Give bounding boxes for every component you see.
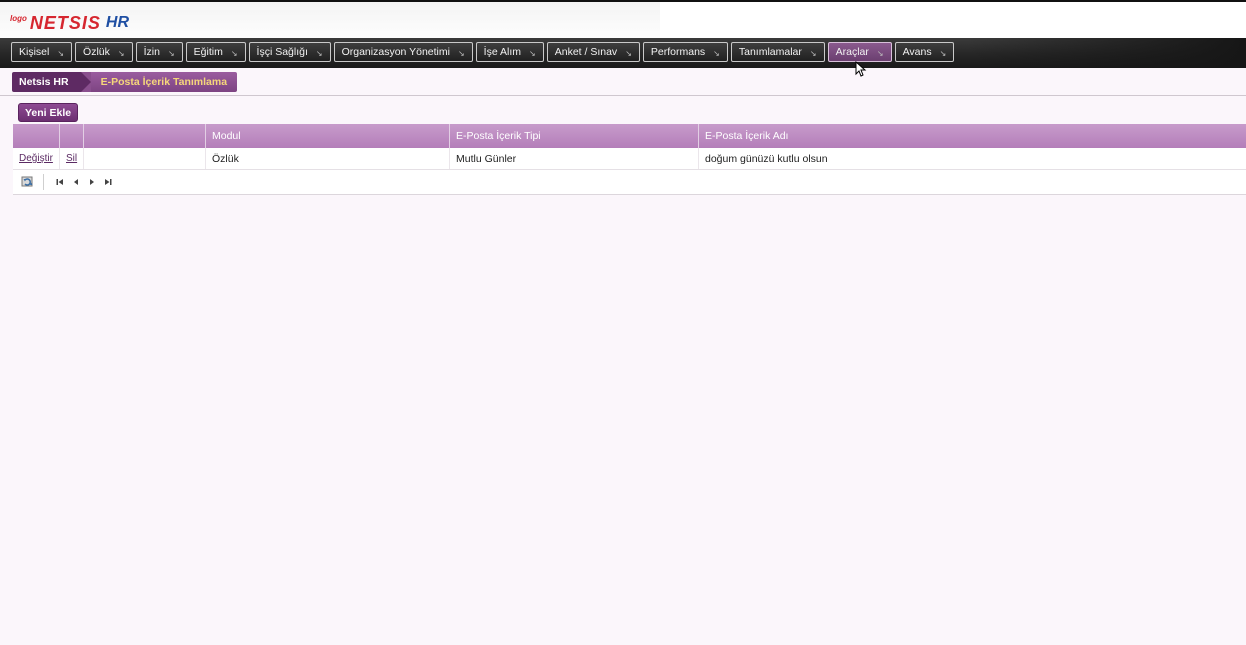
row-edit-cell: Değiştir bbox=[13, 148, 60, 169]
grid-pager bbox=[13, 170, 1246, 195]
table-row[interactable]: Değiştir Sil Özlük Mutlu Günler doğum gü… bbox=[13, 148, 1246, 170]
next-page-icon[interactable] bbox=[84, 174, 100, 190]
logo-small-text: logo bbox=[10, 14, 27, 23]
data-grid: Modul E-Posta İçerik Tipi E-Posta İçerik… bbox=[13, 124, 1246, 195]
last-page-icon[interactable] bbox=[100, 174, 116, 190]
breadcrumb: Netsis HR E-Posta İçerik Tanımlama bbox=[12, 72, 238, 92]
nav-menu-label: Performans bbox=[650, 46, 706, 58]
nav-menu-3[interactable]: Eğitim ↘ bbox=[185, 42, 246, 62]
nav-menu-8[interactable]: Performans ↘ bbox=[642, 42, 728, 62]
nav-menu-label: İzin bbox=[143, 46, 160, 58]
nav-menu-label: Avans bbox=[902, 46, 932, 58]
row-blank-cell bbox=[84, 148, 206, 169]
add-new-button[interactable]: Yeni Ekle bbox=[18, 103, 79, 122]
nav-menu-label: Kişisel bbox=[19, 46, 50, 58]
nav-menu-4[interactable]: İşçi Sağlığı ↘ bbox=[248, 42, 331, 62]
app-header: logo NETSIS HR bbox=[0, 2, 1246, 38]
main-nav-bar: Kişisel ↘ Özlük ↘ İzin ↘ Eğitim ↘ İşçi Sağlığı ↘ O… bbox=[0, 38, 1246, 68]
grid-header-row: Modul E-Posta İçerik Tipi E-Posta İçerik… bbox=[13, 124, 1246, 148]
nav-menu-5[interactable]: Organizasyon Yönetimi ↘ bbox=[333, 42, 473, 62]
row-delete-cell: Sil bbox=[60, 148, 84, 169]
nav-menu-label: Organizasyon Yönetimi bbox=[341, 46, 450, 58]
nav-menu-10[interactable]: Araçlar ↘ bbox=[827, 42, 892, 62]
grid-header-content-name[interactable]: E-Posta İçerik Adı bbox=[699, 124, 1246, 148]
dropdown-arrow-icon: ↘ bbox=[457, 49, 465, 58]
row-modul-cell: Özlük bbox=[206, 148, 450, 169]
nav-menu-7[interactable]: Anket / Sınav ↘ bbox=[546, 42, 640, 62]
dropdown-arrow-icon: ↘ bbox=[939, 49, 947, 58]
breadcrumb-current: E-Posta İçerik Tanımlama bbox=[90, 72, 238, 92]
dropdown-arrow-icon: ↘ bbox=[713, 49, 720, 58]
nav-menu-9[interactable]: Tanımlamalar ↘ bbox=[730, 42, 825, 62]
dropdown-arrow-icon: ↘ bbox=[625, 49, 632, 58]
logo: logo NETSIS HR bbox=[10, 12, 129, 32]
nav-menu-0[interactable]: Kişisel ↘ bbox=[11, 42, 73, 62]
nav-menu-6[interactable]: İşe Alım ↘ bbox=[475, 42, 544, 62]
nav-menu-label: Tanımlamalar bbox=[738, 46, 802, 58]
nav-menu-2[interactable]: İzin ↘ bbox=[135, 42, 183, 62]
dropdown-arrow-icon: ↘ bbox=[315, 49, 323, 58]
main-nav-items: Kişisel ↘ Özlük ↘ İzin ↘ Eğitim ↘ İşçi Sağlığı ↘ O… bbox=[11, 42, 955, 62]
nav-menu-label: Özlük bbox=[83, 46, 110, 58]
grid-header-modul[interactable]: Modul bbox=[206, 124, 450, 148]
prev-page-icon[interactable] bbox=[68, 174, 84, 190]
logo-product-text: HR bbox=[105, 14, 130, 31]
nav-menu-11[interactable]: Avans ↘ bbox=[894, 42, 955, 62]
nav-menu-label: Anket / Sınav bbox=[554, 46, 618, 58]
refresh-icon[interactable] bbox=[19, 173, 37, 191]
delete-link[interactable]: Sil bbox=[66, 153, 77, 164]
dropdown-arrow-icon: ↘ bbox=[117, 49, 125, 58]
logo-brand-text: NETSIS bbox=[29, 13, 101, 33]
grid-header-delete-col bbox=[60, 124, 84, 148]
nav-menu-label: İşe Alım bbox=[483, 46, 522, 58]
nav-menu-label: Eğitim bbox=[193, 46, 223, 58]
nav-menu-label: İşçi Sağlığı bbox=[256, 46, 308, 58]
grid-header-edit-col bbox=[13, 124, 60, 148]
edit-link[interactable]: Değiştir bbox=[19, 153, 53, 164]
nav-menu-1[interactable]: Özlük ↘ bbox=[75, 42, 133, 62]
content-divider bbox=[0, 95, 1246, 96]
dropdown-arrow-icon: ↘ bbox=[876, 49, 884, 58]
nav-menu-label: Araçlar bbox=[835, 46, 869, 58]
row-content-type-cell: Mutlu Günler bbox=[450, 148, 699, 169]
dropdown-arrow-icon: ↘ bbox=[230, 49, 238, 58]
first-page-icon[interactable] bbox=[52, 174, 68, 190]
dropdown-arrow-icon: ↘ bbox=[809, 49, 817, 58]
dropdown-arrow-icon: ↘ bbox=[57, 49, 65, 58]
mouse-cursor-icon bbox=[855, 61, 867, 77]
nav-bar-fade bbox=[966, 38, 1246, 68]
row-content-name-cell: doğum günüzü kutlu olsun bbox=[705, 152, 828, 165]
breadcrumb-root[interactable]: Netsis HR bbox=[12, 72, 81, 92]
grid-header-blank-col bbox=[84, 124, 206, 148]
breadcrumb-separator bbox=[80, 72, 91, 92]
dropdown-arrow-icon: ↘ bbox=[167, 49, 175, 58]
pager-separator bbox=[43, 174, 44, 190]
dropdown-arrow-icon: ↘ bbox=[529, 49, 536, 58]
grid-header-content-type[interactable]: E-Posta İçerik Tipi bbox=[450, 124, 699, 148]
